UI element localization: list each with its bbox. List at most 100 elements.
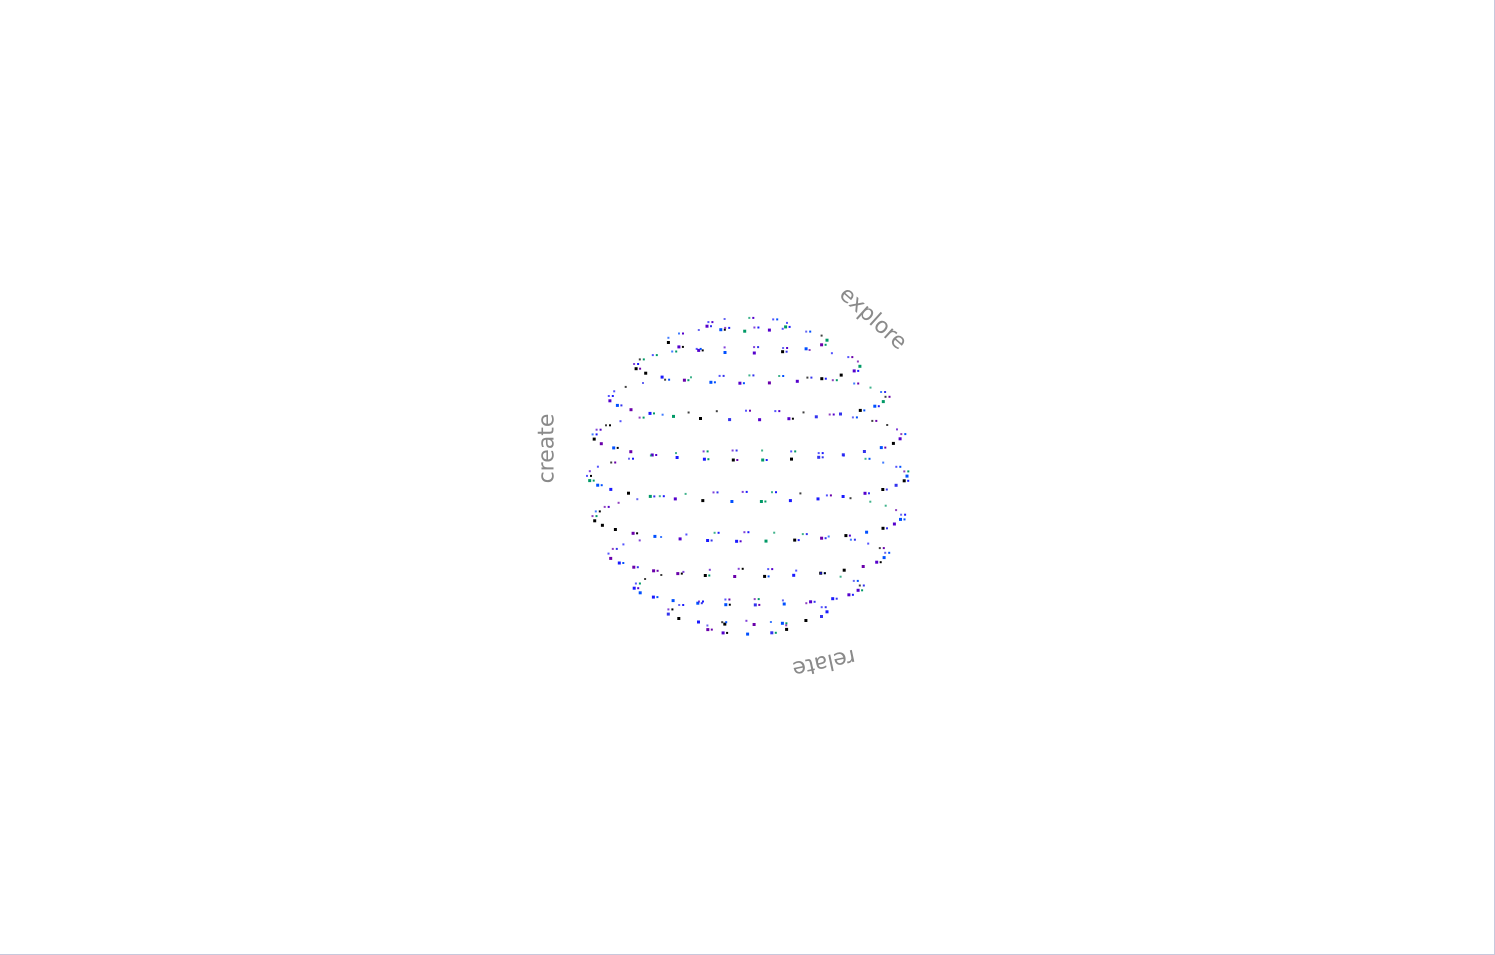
sphere-dot [637,587,640,590]
sphere-dot [787,417,791,421]
sphere-dot [655,354,658,357]
sphere-dot [735,449,738,452]
sphere-dot [759,500,763,503]
canvas-stage[interactable]: explore create relate [0,0,1495,955]
sphere-dot [609,487,613,491]
sphere-dot [861,565,865,568]
sphere-dot [791,417,794,420]
sphere-dot [711,321,714,324]
sphere-dot [801,533,804,536]
sphere-dot [631,531,635,535]
sphere-dot [599,428,602,431]
sphere-dot [820,536,824,540]
sphere-dot [831,597,835,601]
sphere-dot [877,405,880,408]
sphere-dot [749,409,751,412]
sphere-dot [823,572,826,575]
sphere-dot [651,595,655,599]
sphere-dot [642,416,645,419]
sphere-dot [753,598,756,601]
sphere-dot [713,531,716,534]
sphere-dot [864,457,867,460]
sphere-dot [832,413,835,416]
sphere-dot [753,603,757,607]
sphere-dot [713,381,716,384]
sphere-dot [724,598,727,601]
sphere-dot [590,474,592,477]
sphere-dot [848,534,851,537]
sphere-dot [588,470,591,473]
sphere-dot [636,498,639,501]
sphere-dot [731,449,734,452]
sphere-dot [609,556,613,560]
sphere-dot [726,631,729,634]
sphere-dot [737,567,740,570]
sphere-dot [839,575,842,578]
sphere-dot [817,452,820,455]
sphere-dot [741,490,744,493]
sphere-dot [785,624,788,627]
sphere-dot [827,535,830,538]
sphere-dot [770,631,774,635]
sphere-dot [702,457,706,461]
sphere-dot [723,318,726,320]
sphere-dot [856,579,859,582]
sphere-dot [880,391,883,393]
sphere-dot [752,351,756,355]
sphere-dot [853,538,856,541]
sphere-dot [767,328,771,332]
sphere-dot [868,492,870,495]
sphere-dot [599,442,603,446]
sphere-dot [591,433,594,436]
sphere-dot [675,452,677,455]
sphere-dot [817,455,821,459]
sphere-dot [633,363,636,365]
sphere-dot [609,424,611,427]
sphere-dot [865,530,869,534]
sphere-dot [763,574,767,578]
sphere-dot [757,598,760,601]
sphere-dot [782,347,785,349]
sphere-dot [745,409,747,412]
sphere-dot [705,324,709,328]
sphere-dot [733,575,737,578]
sphere-dot [746,632,750,636]
sphere-dot [847,593,851,597]
sphere-dot [857,382,860,385]
sphere-dot [879,561,882,564]
sphere-dot [661,413,664,416]
sphere-dot [757,326,760,329]
sphere-dot [677,345,681,349]
sphere-dot [861,589,864,592]
sphere-dot [591,515,594,518]
sphere-dot [767,568,770,571]
sphere-dot [708,574,711,577]
sphere-dot [743,329,747,333]
sphere-dot [615,403,619,407]
sphere-dot [761,449,764,452]
sphere-dot [648,411,652,415]
sphere-dot [710,539,713,542]
sphere-dot [830,352,833,355]
sphere-dot [892,522,896,526]
sphere-dot [660,375,664,379]
sphere-dot [842,568,846,572]
sphere-dot [624,385,627,388]
sphere-dot [736,459,739,461]
sphere-dot [724,603,728,607]
sphere-dot [725,621,728,624]
sphere-dot [699,417,702,420]
sphere-dot [835,597,838,600]
sphere-dot [825,494,828,497]
sphere-dot [821,456,824,459]
sphere-dot [649,454,652,457]
sphere-dot [634,367,638,371]
sphere-dot [613,390,616,393]
sphere-dot [805,330,808,333]
sphere-dot [617,501,620,504]
sphere-dot [603,505,606,508]
sphere-dot [638,591,642,595]
sphere-dot [638,539,641,542]
label-create[interactable]: create [534,414,559,484]
sphere-dot [765,459,768,461]
